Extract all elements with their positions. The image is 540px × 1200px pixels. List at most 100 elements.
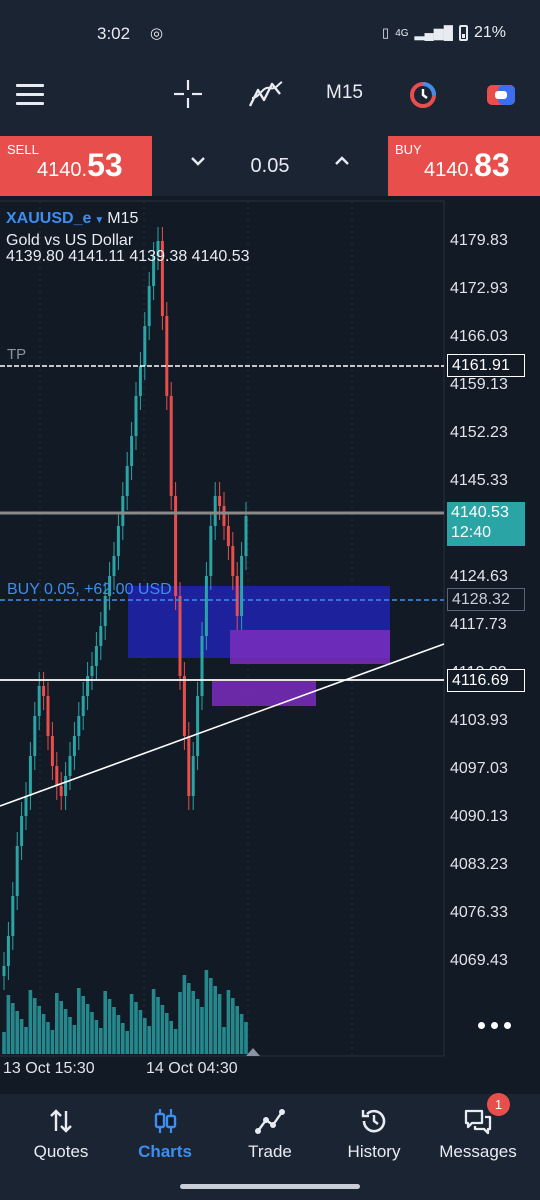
- current-price-value: 4140.53: [451, 504, 509, 521]
- volume-bar: [33, 998, 37, 1054]
- candle-body: [121, 496, 125, 526]
- history-clock-icon: [361, 1109, 386, 1133]
- new-order-icon[interactable]: [486, 82, 516, 108]
- volume-bar: [195, 999, 200, 1054]
- volume-bar: [213, 986, 217, 1054]
- price-axis-tick: 4179.83: [450, 232, 508, 249]
- nav-messages[interactable]: 1 Messages: [426, 1093, 530, 1174]
- status-bar: 3:02 ◎ ▯ 4G ▂▄▆█ 21%: [0, 0, 540, 68]
- volume-bar: [85, 1004, 90, 1054]
- volume-bar: [204, 970, 209, 1054]
- volume-bar: [81, 996, 85, 1054]
- volume-bar: [112, 1007, 116, 1054]
- candle-body: [86, 676, 90, 696]
- volume-bar: [99, 1028, 103, 1054]
- candle-body: [46, 696, 50, 736]
- price-axis-tick: 4097.03: [450, 760, 508, 777]
- candle-body: [94, 646, 98, 666]
- price-axis-tick: 4166.03: [450, 328, 508, 345]
- candle-body: [218, 496, 222, 506]
- candle-body: [204, 576, 208, 636]
- volume-bar: [63, 1009, 68, 1054]
- volume-bar: [50, 1030, 55, 1054]
- volume-bar: [147, 1026, 151, 1054]
- symbol-dropdown-icon[interactable]: ▼: [94, 215, 104, 226]
- candle-body: [33, 716, 37, 756]
- buy-price-prefix: 4140.: [424, 159, 475, 181]
- volume-bar: [222, 1027, 226, 1054]
- volume-bar: [244, 1022, 248, 1054]
- charts-candles-icon: [154, 1109, 177, 1133]
- signal-icon: ▂▄▆█: [414, 25, 453, 40]
- candle-body: [138, 366, 142, 396]
- nav-history[interactable]: History: [322, 1094, 426, 1174]
- position-label[interactable]: BUY 0.05, +62.00 USD: [7, 581, 172, 599]
- volume-bar: [182, 975, 187, 1054]
- whatsapp-notification-icon: ◎: [150, 25, 164, 42]
- volume-bar: [59, 1001, 63, 1054]
- volume-bar: [165, 1013, 169, 1054]
- crosshair-icon[interactable]: [172, 78, 204, 110]
- price-axis-tick: 4152.23: [450, 424, 508, 441]
- more-options-icon[interactable]: [478, 1022, 512, 1032]
- battery-level: 21%: [473, 24, 506, 41]
- volume-bar: [19, 1019, 24, 1054]
- volume-bar: [37, 1006, 41, 1054]
- scroll-marker-icon[interactable]: [246, 1048, 260, 1056]
- candle-body: [187, 736, 191, 796]
- candle-body: [64, 776, 68, 796]
- candle-body: [231, 546, 235, 576]
- price-axis-tick: 4090.13: [450, 808, 508, 825]
- status-indicators: ▯ 4G ▂▄▆█ 21%: [382, 24, 506, 42]
- trendline[interactable]: [0, 643, 445, 807]
- buy-label: BUY: [395, 142, 422, 157]
- one-click-trading-icon[interactable]: [408, 80, 438, 110]
- symbol-name[interactable]: XAUUSD_e: [6, 210, 91, 227]
- volume-bar: [103, 991, 107, 1054]
- sell-price: 4140.53: [37, 147, 123, 184]
- volume-bar: [209, 978, 213, 1054]
- zone-rectangle-upper[interactable]: [230, 630, 390, 664]
- menu-icon[interactable]: [16, 84, 44, 106]
- volume-bar: [160, 1005, 165, 1054]
- candle-body: [244, 516, 248, 556]
- volume-bar: [55, 993, 59, 1054]
- price-axis-tick: 4172.93: [450, 280, 508, 297]
- volume-increase-icon[interactable]: [331, 150, 353, 172]
- candle-body: [174, 496, 178, 596]
- price-chart[interactable]: XAUUSD_e ▼ M15 Gold vs US Dollar 4139.80 4…: [0, 196, 540, 1094]
- candle-body: [209, 526, 213, 576]
- sell-label: SELL: [7, 142, 39, 157]
- volume-value[interactable]: 0.05: [232, 155, 308, 178]
- volume-bar: [41, 1014, 46, 1054]
- volume-bar: [239, 1014, 244, 1054]
- volume-bar: [200, 1007, 204, 1054]
- indicators-icon[interactable]: [246, 76, 286, 112]
- price-axis-tick: 4145.33: [450, 472, 508, 489]
- volume-bar: [217, 994, 222, 1054]
- volume-bar: [129, 994, 134, 1054]
- buy-button[interactable]: BUY 4140.83: [388, 136, 540, 196]
- volume-bar: [226, 990, 231, 1054]
- nav-charts[interactable]: Charts: [113, 1094, 217, 1174]
- home-indicator[interactable]: [180, 1184, 360, 1189]
- sell-button[interactable]: SELL 4140.53: [0, 136, 152, 196]
- volume-bar: [68, 1017, 72, 1054]
- candle-body: [90, 666, 94, 676]
- nav-messages-label: Messages: [439, 1142, 517, 1161]
- volume-bar: [2, 1032, 6, 1054]
- chart-toolbar: M15: [0, 68, 540, 136]
- volume-decrease-icon[interactable]: [187, 150, 209, 172]
- price-axis-tick: 4124.63: [450, 568, 508, 585]
- volume-bar: [151, 989, 156, 1054]
- candle-body: [6, 936, 10, 966]
- sell-price-suffix: 53: [87, 147, 123, 183]
- candle-body: [147, 286, 151, 326]
- nav-trade[interactable]: Trade: [218, 1094, 322, 1174]
- timeframe-button[interactable]: M15: [326, 82, 363, 104]
- zone-rectangle-lower[interactable]: [212, 681, 316, 706]
- price-axis-tick: 4103.93: [450, 712, 508, 729]
- volume-bar: [178, 992, 182, 1054]
- chart-symbol-header[interactable]: XAUUSD_e ▼ M15: [6, 210, 138, 228]
- nav-quotes[interactable]: Quotes: [9, 1094, 113, 1174]
